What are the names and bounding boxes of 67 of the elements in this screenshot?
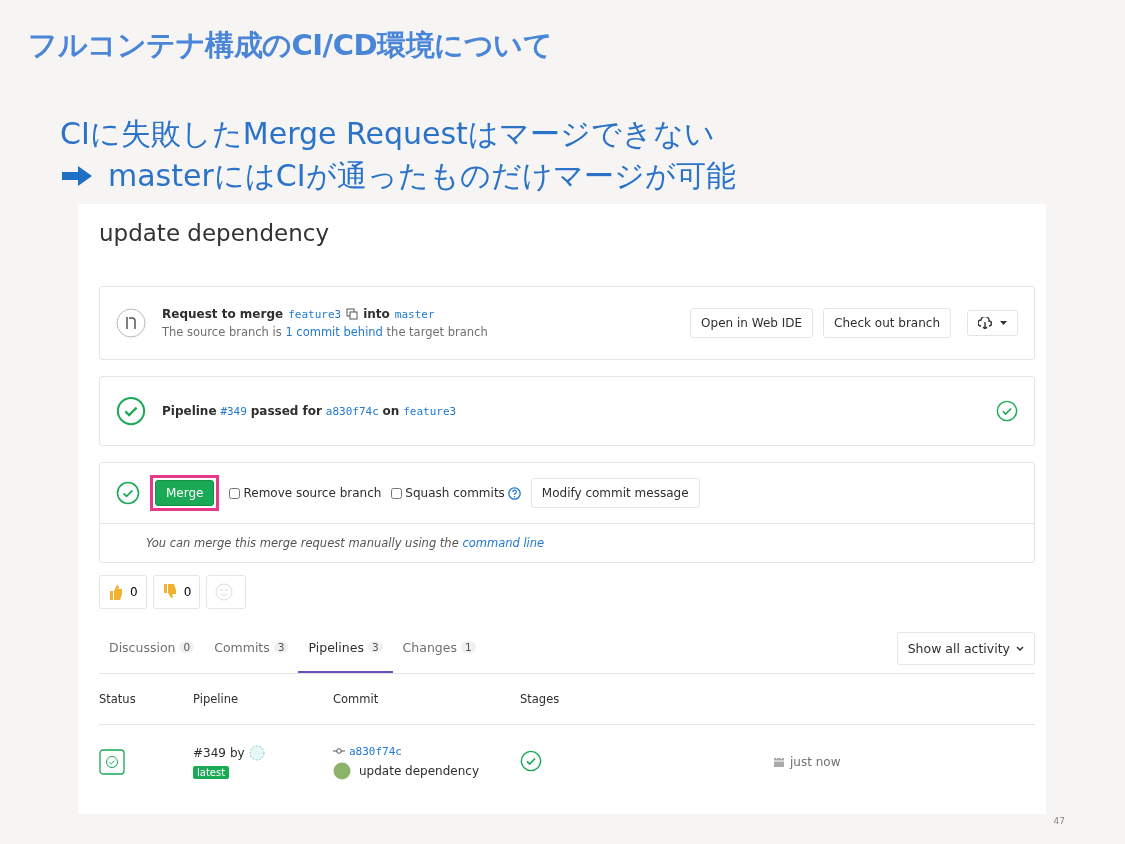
cloud-download-icon: [978, 317, 992, 329]
count-badge: 3: [273, 641, 289, 653]
chevron-down-icon: [1016, 645, 1024, 651]
smiley-icon: [215, 583, 234, 601]
column-header: Status: [99, 692, 137, 706]
commit-icon: [333, 747, 345, 755]
tab[interactable]: Discussion 0: [99, 623, 205, 673]
column-header: Commit: [333, 692, 380, 706]
merge-request-icon: [116, 308, 146, 338]
reaction-button[interactable]: 0: [152, 575, 201, 609]
user-avatar-icon: [248, 745, 265, 761]
count-badge: 3: [367, 641, 383, 653]
commit-link[interactable]: a830f74c: [349, 744, 402, 758]
commit-title[interactable]: update dependency: [359, 763, 479, 778]
commits-behind-link[interactable]: 1 commit behind: [285, 325, 383, 339]
count-badge: 1: [461, 641, 476, 653]
reaction-count: 0: [130, 585, 138, 599]
caret-icon: [1000, 321, 1007, 325]
page-number: 47: [1053, 816, 1065, 826]
count-badge: 0: [179, 641, 195, 653]
command-line-link[interactable]: command line: [462, 536, 545, 550]
pipeline-link[interactable]: #349: [220, 405, 247, 418]
request-label: Request to merge: [162, 307, 284, 321]
toolbar-button[interactable]: Check out branch: [823, 308, 951, 338]
bullet-text: CIに失敗したMerge Requestはマージできない: [60, 115, 715, 153]
into-label: into: [363, 307, 390, 321]
slide-title: フルコンテナ構成のCI/CD環境について: [27, 27, 554, 64]
column-header: Stages: [520, 692, 561, 706]
branch-link[interactable]: master: [394, 307, 435, 321]
option-label: Remove source branch: [243, 486, 382, 500]
copy-icon[interactable]: [346, 308, 359, 320]
by-label: by: [229, 746, 245, 760]
reaction-button[interactable]: 0: [99, 575, 147, 609]
page-heading: update dependency: [99, 220, 330, 246]
pipeline-link[interactable]: #349: [193, 746, 226, 760]
option-label: Squash commits: [405, 486, 505, 500]
modify-commit-message-button[interactable]: Modify commit message: [530, 478, 700, 508]
thumbs-up-icon: [108, 583, 124, 601]
checkbox[interactable]: [229, 487, 241, 499]
branch-link[interactable]: feature3: [403, 405, 457, 418]
time-text: just now: [790, 755, 841, 769]
checkbox[interactable]: [391, 487, 403, 499]
merge-hint-text: You can merge this merge request manually using the command line: [145, 535, 546, 552]
branch-link[interactable]: feature3: [288, 307, 342, 321]
calendar-icon: [773, 756, 785, 768]
success-icon: [116, 481, 140, 505]
column-header: Pipeline: [193, 692, 239, 706]
success-icon: [996, 400, 1018, 422]
download-dropdown[interactable]: [967, 310, 1018, 336]
reaction-count: 0: [183, 585, 192, 599]
toolbar-button[interactable]: Open in Web IDE: [690, 308, 814, 338]
user-avatar-icon: [333, 761, 351, 780]
bullet-text: masterにはCIが通ったものだけマージが可能: [108, 157, 736, 195]
tab[interactable]: Commits 3: [204, 623, 299, 673]
passed-status-icon: [99, 749, 125, 775]
branch-status-text: The source branch is 1 commit behind the target branch: [162, 325, 489, 339]
success-icon: [116, 396, 146, 426]
stage-success-icon: [520, 749, 542, 772]
tab[interactable]: Pipelines 3: [298, 623, 393, 673]
right-arrow-icon: [60, 164, 94, 188]
commit-link[interactable]: a830f74c: [325, 405, 379, 418]
tab[interactable]: Changes 1: [392, 623, 486, 673]
activity-filter-dropdown[interactable]: Show all activity: [896, 631, 1035, 665]
status-badge: latest: [193, 766, 230, 779]
thumbs-down-icon: [161, 583, 178, 601]
help-icon[interactable]: [507, 486, 521, 500]
pipeline-status-text: Pipeline #349 passed for a830f74c on feature3: [162, 404, 458, 418]
